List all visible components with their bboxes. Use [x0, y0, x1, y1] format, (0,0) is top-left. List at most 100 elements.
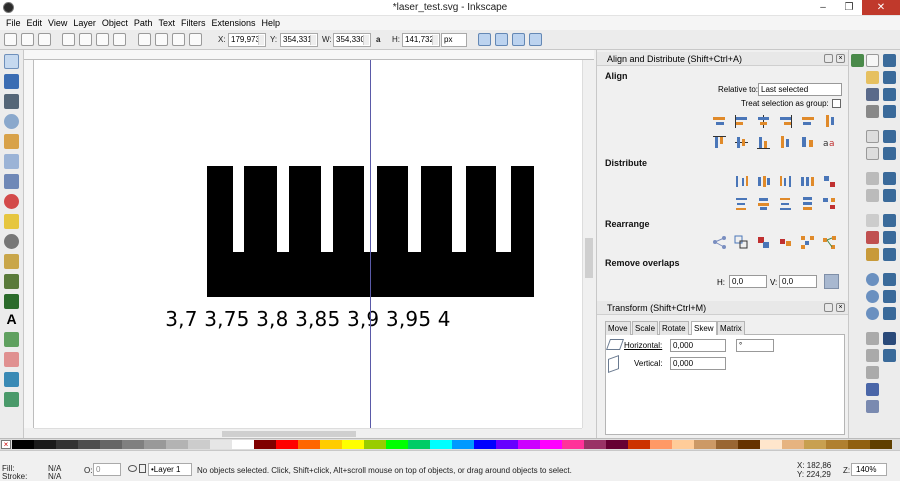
distribute-centers-vertical-icon[interactable] — [756, 196, 771, 211]
tab-move[interactable]: Move — [605, 321, 631, 335]
rearrange-network-icon[interactable] — [822, 235, 837, 250]
rotate-cw-icon[interactable] — [79, 33, 92, 46]
pen-tool-icon[interactable] — [4, 274, 19, 289]
left-ruler[interactable] — [24, 60, 34, 428]
graph-layout-icon[interactable] — [712, 235, 727, 250]
vertical-input[interactable]: 0,000 — [670, 357, 726, 370]
raise-icon[interactable] — [155, 33, 168, 46]
menu-edit[interactable]: Edit — [24, 16, 46, 30]
palette-swatch[interactable] — [716, 440, 738, 449]
distribute-gaps-vertical-icon[interactable] — [800, 196, 815, 211]
paste-icon[interactable] — [866, 248, 879, 261]
zoom-input[interactable]: 140% — [851, 463, 887, 476]
x-input[interactable]: 179,973 — [228, 33, 266, 47]
tab-rotate[interactable]: Rotate — [659, 321, 689, 335]
snap-guide-icon[interactable] — [883, 349, 896, 362]
palette-swatch[interactable] — [144, 440, 166, 449]
palette-swatch[interactable] — [562, 440, 584, 449]
flip-horizontal-icon[interactable] — [96, 33, 109, 46]
palette-swatch[interactable] — [606, 440, 628, 449]
eraser-tool-icon[interactable] — [4, 352, 19, 367]
palette-swatch[interactable] — [210, 440, 232, 449]
text-tool-icon[interactable]: A — [4, 312, 19, 327]
exchange-selection-order-icon[interactable] — [734, 235, 749, 250]
palette-swatch[interactable] — [694, 440, 716, 449]
selector-tool-icon[interactable] — [4, 54, 19, 69]
ungroup-icon[interactable] — [866, 400, 879, 413]
redo-icon[interactable] — [866, 189, 879, 202]
raise-to-top-icon[interactable] — [138, 33, 151, 46]
paint-bucket-tool-icon[interactable] — [4, 372, 19, 387]
palette-swatch[interactable] — [320, 440, 342, 449]
copy-icon[interactable] — [866, 214, 879, 227]
palette-swatch[interactable] — [342, 440, 364, 449]
panel-menu-icon[interactable] — [824, 54, 833, 63]
measure-tool-icon[interactable] — [4, 134, 19, 149]
menu-layer[interactable]: Layer — [70, 16, 99, 30]
comb-tooth-6[interactable] — [421, 166, 452, 254]
palette-swatch[interactable] — [518, 440, 540, 449]
w-input[interactable]: 354,330 — [333, 33, 371, 47]
drawing-canvas[interactable]: 3,7 3,75 3,8 3,85 3,9 3,95 4 — [34, 60, 582, 428]
palette-swatch[interactable] — [188, 440, 210, 449]
vertical-scrollbar[interactable] — [582, 60, 594, 428]
distribute-gaps-horizontal-icon[interactable] — [800, 174, 815, 189]
save-icon[interactable] — [866, 88, 879, 101]
palette-swatch[interactable] — [364, 440, 386, 449]
h-input[interactable]: 141,732 — [402, 33, 440, 47]
lower-to-bottom-icon[interactable] — [189, 33, 202, 46]
palette-swatch[interactable] — [584, 440, 606, 449]
menu-view[interactable]: View — [45, 16, 70, 30]
select-all-layers-icon[interactable] — [21, 33, 34, 46]
distribute-bottom-edges-icon[interactable] — [778, 196, 793, 211]
comb-tooth-3[interactable] — [289, 166, 321, 254]
import-icon[interactable] — [866, 130, 879, 143]
snap-cusp-icon[interactable] — [883, 189, 896, 202]
layer-lock-icon[interactable] — [139, 464, 146, 473]
palette-swatch[interactable] — [496, 440, 518, 449]
palette-swatch[interactable] — [232, 440, 254, 449]
align-bottom-icon[interactable] — [756, 135, 771, 150]
snap-bbox-corners-icon[interactable] — [883, 88, 896, 101]
zoom-tool-icon[interactable] — [4, 114, 19, 129]
distribute-centers-horizontal-icon[interactable] — [756, 174, 771, 189]
menu-filters[interactable]: Filters — [178, 16, 209, 30]
clone-icon[interactable] — [866, 349, 879, 362]
spray-tool-icon[interactable] — [4, 332, 19, 347]
calligraphy-tool-icon[interactable] — [4, 294, 19, 309]
units-select[interactable]: px — [441, 33, 467, 47]
duplicate-icon[interactable] — [866, 332, 879, 345]
comb-tooth-1[interactable] — [207, 166, 233, 254]
zoom-page-icon[interactable] — [866, 307, 879, 320]
scale-corners-icon[interactable] — [495, 33, 508, 46]
palette-swatch[interactable] — [34, 440, 56, 449]
palette-swatch[interactable] — [386, 440, 408, 449]
align-bottom-to-top-icon[interactable] — [822, 114, 837, 129]
palette-swatch[interactable] — [738, 440, 760, 449]
align-right-icon[interactable] — [778, 114, 793, 129]
tab-matrix[interactable]: Matrix — [717, 321, 745, 335]
no-paint-swatch[interactable]: × — [1, 440, 11, 449]
palette-swatch[interactable] — [804, 440, 826, 449]
relative-to-select[interactable]: Last selected — [758, 83, 842, 96]
lower-icon[interactable] — [172, 33, 185, 46]
center-horizontal-icon[interactable] — [756, 114, 771, 129]
unclump-icon[interactable] — [800, 235, 815, 250]
snap-bbox-midpoints-icon[interactable] — [883, 105, 896, 118]
comb-tooth-7[interactable] — [466, 166, 496, 254]
scale-labels-text[interactable]: 3,7 3,75 3,8 3,85 3,9 3,95 4 — [34, 307, 582, 331]
palette-swatch[interactable] — [100, 440, 122, 449]
star-tool-icon[interactable] — [4, 214, 19, 229]
vertical-guide-line[interactable] — [370, 60, 371, 428]
minimize-button[interactable]: – — [810, 0, 836, 15]
palette-swatch[interactable] — [430, 440, 452, 449]
overlap-h-input[interactable]: 0,0 — [729, 275, 767, 288]
top-ruler[interactable] — [24, 50, 594, 60]
deselect-icon[interactable] — [38, 33, 51, 46]
menu-file[interactable]: File — [3, 16, 24, 30]
align-right-to-left-icon[interactable] — [712, 114, 727, 129]
align-top-to-bottom-icon[interactable] — [778, 135, 793, 150]
3d-box-tool-icon[interactable] — [4, 174, 19, 189]
palette-swatch[interactable] — [298, 440, 320, 449]
remove-overlaps-button[interactable] — [824, 274, 839, 289]
